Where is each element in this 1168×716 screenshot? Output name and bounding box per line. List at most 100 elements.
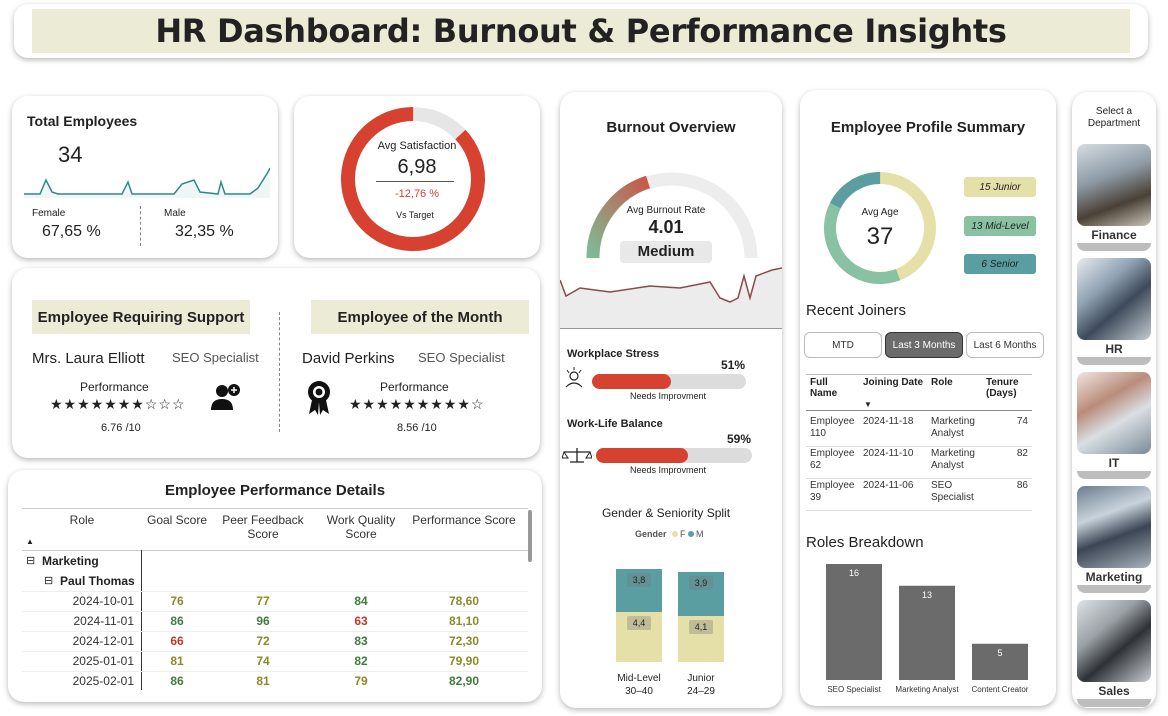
dept-image-it[interactable] — [1077, 372, 1151, 454]
jh-name[interactable]: Full Name — [810, 377, 854, 399]
row-quality: 84 — [354, 594, 368, 608]
sort-down-icon[interactable]: ▼ — [864, 400, 872, 409]
table-row-divider — [22, 651, 528, 652]
jh-tenure[interactable]: Tenure (Days) — [986, 377, 1028, 399]
row-date: 2024-11-01 — [73, 614, 135, 628]
dept-button-finance[interactable]: Finance — [1077, 228, 1151, 242]
row-peer: 72 — [256, 634, 270, 648]
roles-bar — [899, 585, 955, 680]
table-row-divider — [22, 671, 528, 672]
legend-f: F — [680, 529, 686, 539]
row-perf: 78,60 — [448, 594, 480, 608]
filter-6-months[interactable]: Last 6 Months — [966, 332, 1044, 358]
joiner-row-divider — [806, 478, 1032, 479]
dept-underline — [1077, 585, 1151, 593]
bar-female-label: 4,4 — [627, 616, 651, 631]
row-goal: 76 — [170, 594, 184, 608]
legend-m: M — [696, 529, 704, 539]
table-row-divider — [22, 611, 528, 612]
bar-category-name: Junior — [687, 673, 715, 684]
dept-image-sales[interactable] — [1077, 600, 1151, 682]
row-date: 2025-02-01 — [72, 674, 134, 688]
dept-button-sales[interactable]: Sales — [1077, 684, 1151, 698]
total-employees-label: Total Employees — [27, 113, 138, 129]
support-stars: ★★★★★★★☆☆☆ — [50, 396, 186, 412]
perf-group-line — [141, 550, 142, 690]
joiner-row-divider — [806, 510, 1032, 511]
joiners-head-line — [806, 410, 1032, 411]
female-label: Female — [32, 208, 66, 219]
perf-table-title: Employee Performance Details — [164, 482, 386, 499]
perf-header-line — [22, 508, 528, 509]
burnout-card: Burnout Overview Avg Burnout Rate 4.01 M… — [560, 92, 782, 708]
collapse-marketing-icon[interactable]: ⊟ — [26, 554, 35, 567]
row-goal: 86 — [170, 614, 184, 628]
month-role: SEO Specialist — [418, 350, 505, 365]
table-row-divider — [22, 591, 528, 592]
award-icon — [308, 381, 330, 415]
dept-button-marketing[interactable]: Marketing — [1077, 570, 1151, 584]
gender-divider — [140, 206, 141, 246]
satisfaction-card: Avg Satisfaction 6,98 -12,76 % Vs Target — [294, 96, 540, 258]
age-value: 37 — [866, 223, 894, 250]
stress-note: Needs Improvment — [630, 391, 707, 401]
balance-label: Work-Life Balance — [567, 418, 663, 430]
row-quality: 79 — [354, 674, 368, 688]
legend-m-swatch — [688, 531, 694, 537]
collapse-person-icon[interactable]: ⊟ — [44, 574, 53, 587]
split-title: Gender & Seniority Split — [601, 506, 731, 520]
row-peer: 74 — [256, 654, 270, 668]
roles-category-label: Marketing Analyst — [895, 685, 959, 694]
row-quality: 82 — [354, 654, 368, 668]
col-peer[interactable]: Peer Feedback Score — [218, 513, 308, 541]
legend-gender: Gender — [635, 529, 667, 539]
col-goal[interactable]: Goal Score — [144, 513, 210, 527]
month-perf-label: Performance — [380, 380, 449, 394]
filter-3-months[interactable]: Last 3 Months — [885, 332, 963, 358]
dept-image-finance[interactable] — [1077, 144, 1151, 226]
joiner-role: Marketing Analyst — [931, 416, 975, 439]
subgroup-person: Paul Thomas — [60, 574, 135, 588]
dept-button-it[interactable]: IT — [1077, 456, 1151, 470]
satisfaction-vs: Vs Target — [396, 210, 434, 220]
row-date: 2024-10-01 — [72, 594, 134, 608]
row-peer: 77 — [256, 594, 270, 608]
bar-male-label: 3,8 — [627, 573, 651, 588]
jh-role[interactable]: Role — [931, 377, 971, 388]
legend-f-swatch — [672, 531, 678, 537]
col-perf[interactable]: Performance Score — [412, 513, 516, 527]
dept-button-hr[interactable]: HR — [1077, 342, 1151, 356]
dept-image-hr[interactable] — [1077, 258, 1151, 340]
roles-bar-value: 13 — [922, 590, 932, 600]
jh-date[interactable]: Joining Date — [863, 377, 927, 388]
perf-scrollbar[interactable] — [528, 510, 532, 562]
sort-up-icon[interactable]: ▲ — [26, 537, 34, 546]
table-row-divider — [22, 631, 528, 632]
burnout-gauge-value: 4.01 — [648, 217, 684, 237]
joiner-date: 2024-11-10 — [863, 448, 914, 459]
row-peer: 96 — [256, 614, 270, 628]
recent-title: Recent Joiners — [806, 302, 907, 319]
burnout-trend — [560, 267, 782, 328]
joiner-tenure: 82 — [1016, 448, 1028, 459]
satisfaction-divider — [376, 181, 454, 182]
row-date: 2024-12-01 — [72, 634, 134, 648]
balance-fill — [596, 448, 689, 463]
balance-pct: 59% — [727, 432, 752, 446]
joiner-date: 2024-11-18 — [863, 416, 914, 427]
roles-bar-value: 16 — [849, 568, 859, 578]
row-peer: 81 — [256, 674, 270, 688]
row-quality: 63 — [354, 614, 368, 628]
support-score: 6.76 /10 — [101, 422, 141, 434]
col-role[interactable]: Role — [22, 513, 142, 527]
filter-mtd[interactable]: MTD — [804, 332, 882, 358]
male-label: Male — [164, 208, 186, 219]
support-name: Mrs. Laura Elliott — [32, 350, 145, 367]
support-perf-label: Performance — [80, 380, 149, 394]
dept-image-marketing[interactable] — [1077, 486, 1151, 568]
stress-fill — [592, 374, 671, 389]
col-quality[interactable]: Work Quality Score — [318, 513, 404, 541]
burnout-title: Burnout Overview — [606, 119, 736, 136]
support-header: Employee Requiring Support — [32, 300, 250, 334]
bar-male-label: 3,9 — [689, 575, 713, 590]
